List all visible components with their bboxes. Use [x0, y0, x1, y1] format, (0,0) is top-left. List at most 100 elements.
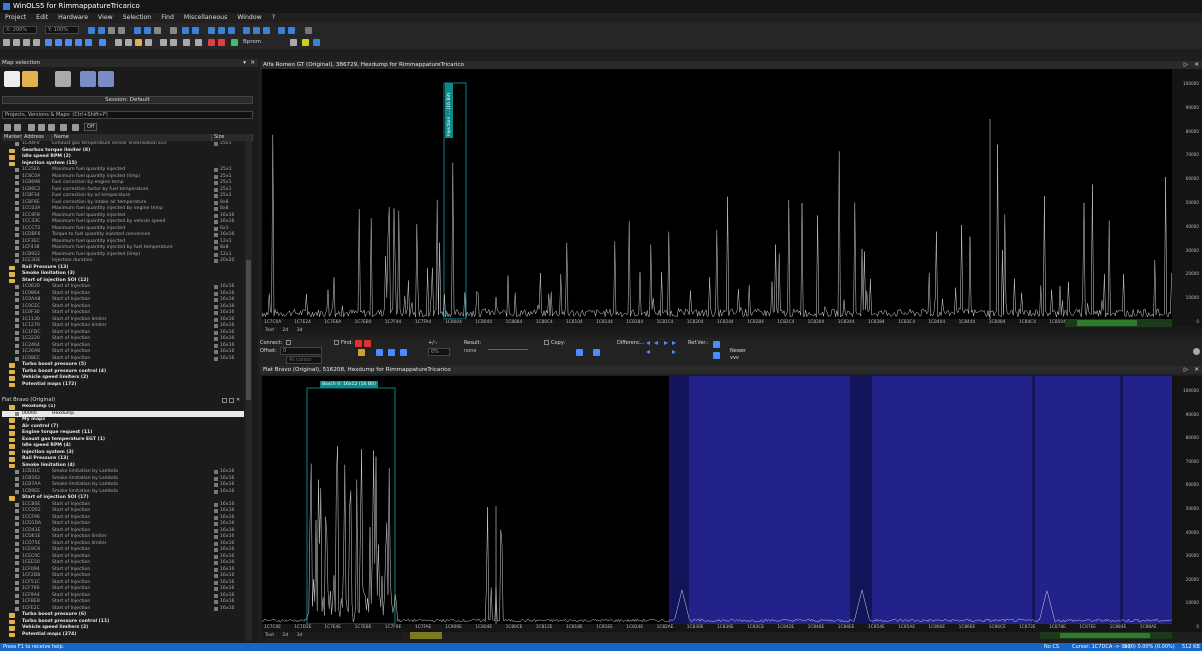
- panel-close-icon[interactable]: ✕: [250, 59, 255, 67]
- zoom-icon[interactable]: [278, 27, 285, 34]
- checksum-icon[interactable]: [231, 39, 238, 46]
- copy-checkbox[interactable]: [544, 340, 549, 345]
- hardware-icon[interactable]: [55, 71, 71, 87]
- alfa-map-tag[interactable]: Injection ... (16 Bit): [445, 83, 453, 138]
- hex-icon[interactable]: [98, 27, 105, 34]
- back-icon[interactable]: [55, 39, 62, 46]
- at-cursor-field[interactable]: At cursor: [286, 356, 322, 364]
- redo-icon[interactable]: [125, 39, 132, 46]
- result-slider[interactable]: [488, 349, 528, 350]
- fiat-overview-bar[interactable]: [1040, 632, 1172, 639]
- fast-forward-icon[interactable]: [99, 39, 106, 46]
- menu-miscellaneous[interactable]: Miscellaneous: [179, 13, 232, 23]
- copy-icon[interactable]: [576, 349, 583, 356]
- tag-icon[interactable]: [38, 124, 45, 131]
- swap-icon[interactable]: [263, 27, 270, 34]
- alfa-close-icon[interactable]: ✕: [1194, 61, 1199, 69]
- right-icon[interactable]: [170, 39, 177, 46]
- close-icon[interactable]: ✕: [236, 397, 240, 404]
- undo-icon[interactable]: [115, 39, 122, 46]
- alfa-hexdump-graph[interactable]: Injection ... (16 Bit): [261, 69, 1172, 320]
- offset-field[interactable]: 0: [280, 347, 322, 355]
- fit-icon[interactable]: [288, 27, 295, 34]
- refver2-icon[interactable]: [713, 352, 720, 359]
- alfa-tab-text[interactable]: Text: [262, 328, 274, 333]
- tree-icon[interactable]: [72, 124, 79, 131]
- left-icon[interactable]: [160, 39, 167, 46]
- list-icon[interactable]: [60, 124, 67, 131]
- fiat-tab-3d[interactable]: 3d: [294, 633, 303, 638]
- find-blue3-icon[interactable]: [400, 349, 407, 356]
- collapse-icon[interactable]: [14, 124, 21, 131]
- split-icon[interactable]: [192, 27, 199, 34]
- pin-icon[interactable]: ▷: [1184, 61, 1188, 69]
- bars-icon[interactable]: [170, 27, 177, 34]
- new-project-icon[interactable]: [4, 71, 20, 87]
- panel-menu-icon[interactable]: ▾: [243, 59, 246, 67]
- forward-icon[interactable]: [75, 39, 82, 46]
- mark-icon[interactable]: [218, 39, 225, 46]
- project-search-combo[interactable]: Projects, Versions & Maps: (Ctrl+Shift+F…: [2, 111, 253, 119]
- percent-field[interactable]: 0%: [428, 348, 450, 356]
- restore-icon[interactable]: [222, 398, 227, 403]
- fiat-pin-icon[interactable]: ▷: [1184, 366, 1188, 374]
- zoom-y-field[interactable]: Y: 100%: [45, 26, 79, 34]
- find-blue2-icon[interactable]: [388, 349, 395, 356]
- chip-icon[interactable]: [183, 39, 190, 46]
- fiat-hexdump-graph[interactable]: Bosch II: 16x12 (16 Bit): [261, 376, 1172, 625]
- layout-icon[interactable]: [154, 27, 161, 34]
- tree-scrollbar-thumb[interactable]: [246, 260, 251, 400]
- alfa-tab-3d[interactable]: 3d: [294, 328, 303, 333]
- car-icon[interactable]: [195, 39, 202, 46]
- expand-icon[interactable]: [28, 124, 35, 131]
- print-icon[interactable]: [33, 39, 40, 46]
- diff-last-icon[interactable]: [672, 350, 676, 354]
- table-icon[interactable]: [118, 27, 125, 34]
- refver-icon[interactable]: [713, 341, 720, 348]
- folder-icon[interactable]: [135, 39, 142, 46]
- find-red2-icon[interactable]: [364, 340, 371, 347]
- search-icon[interactable]: [290, 39, 297, 46]
- save-as-icon[interactable]: [23, 39, 30, 46]
- sum-icon[interactable]: [208, 27, 215, 34]
- menu-hardware[interactable]: Hardware: [53, 13, 93, 23]
- menu-selection[interactable]: Selection: [118, 13, 157, 23]
- col-size[interactable]: Size: [212, 134, 253, 141]
- menu-help[interactable]: ?: [267, 13, 280, 23]
- filter-icon[interactable]: [4, 124, 11, 131]
- help-icon[interactable]: [313, 39, 320, 46]
- fiat-close-icon[interactable]: ✕: [1194, 366, 1199, 374]
- filter-off-button[interactable]: Off: [84, 123, 98, 131]
- tree-folder[interactable]: Potential maps (172): [2, 382, 244, 389]
- window-icon[interactable]: [145, 39, 152, 46]
- fiat-tab-text[interactable]: Text: [262, 633, 274, 638]
- col-address[interactable]: Address: [22, 134, 52, 141]
- rows-icon[interactable]: [144, 27, 151, 34]
- paste-icon[interactable]: [593, 349, 600, 356]
- zoom-x-field[interactable]: X: 200%: [3, 26, 37, 34]
- number-icon[interactable]: [243, 27, 250, 34]
- open-project-icon[interactable]: [22, 71, 38, 87]
- find-red-icon[interactable]: [355, 340, 362, 347]
- menu-window[interactable]: Window: [232, 13, 266, 23]
- view-icon[interactable]: [88, 27, 95, 34]
- maximize-icon[interactable]: [229, 398, 234, 403]
- gear-icon[interactable]: [1193, 348, 1200, 355]
- fiat-map-tag[interactable]: Bosch II: 16x12 (16 Bit): [320, 381, 378, 388]
- find-blue-icon[interactable]: [376, 349, 383, 356]
- format-icon[interactable]: [228, 27, 235, 34]
- menu-view[interactable]: View: [93, 13, 118, 23]
- first-icon[interactable]: [45, 39, 52, 46]
- tree-folder[interactable]: Potential maps (274): [2, 632, 244, 639]
- fiat-tab-2d[interactable]: 2d: [280, 633, 289, 638]
- find-checkbox[interactable]: [334, 340, 339, 345]
- network-icon[interactable]: [98, 71, 114, 87]
- sort-list-icon[interactable]: [48, 124, 55, 131]
- menu-project[interactable]: Project: [0, 13, 31, 23]
- fiat-selection-marker[interactable]: [410, 632, 442, 639]
- save-icon[interactable]: [13, 39, 20, 46]
- highlight-icon[interactable]: [302, 39, 309, 46]
- col-marker[interactable]: Marker: [2, 134, 22, 141]
- flag-icon[interactable]: [208, 39, 215, 46]
- options-icon[interactable]: [305, 27, 312, 34]
